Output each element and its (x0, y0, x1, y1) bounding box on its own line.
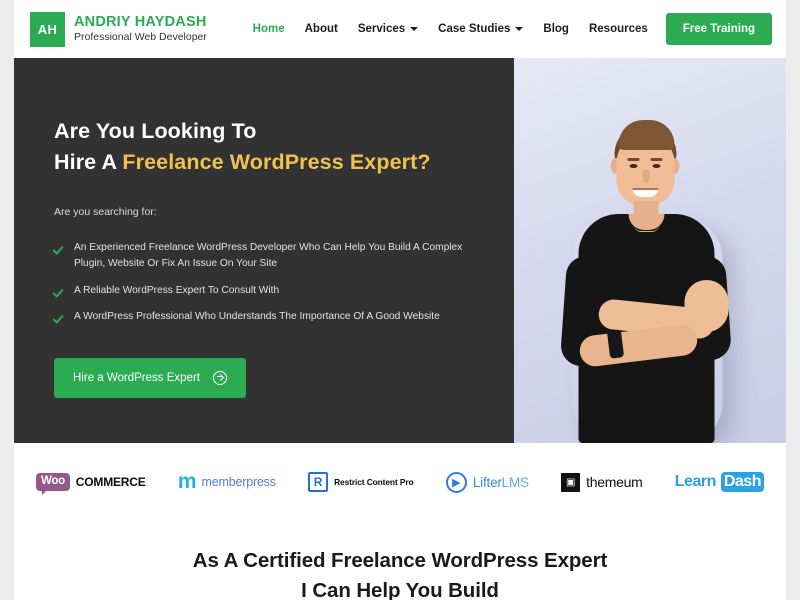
logo-badge: AH (30, 11, 65, 47)
page-gutter-right[interactable] (786, 0, 800, 600)
logo-text: ANDRIY HAYDASH Professional Web Develope… (74, 15, 207, 42)
logo-themeum: ▣ themeum (561, 472, 643, 492)
hero-heading-line2-prefix: Hire A (54, 150, 123, 175)
services-intro-section: As A Certified Freelance WordPress Exper… (14, 521, 786, 600)
hero-copy: Are You Looking To Hire A Freelance Word… (14, 58, 514, 443)
services-intro-heading-line2: I Can Help You Build (301, 578, 499, 600)
logo-lifterlms: ▶ LifterLMS (445, 471, 529, 493)
free-training-button[interactable]: Free Training (665, 13, 772, 45)
lifterlms-word-b: LMS (501, 474, 529, 490)
person-eye-right (652, 164, 661, 168)
person-brow-right (650, 158, 663, 161)
check-icon (54, 310, 65, 324)
memberpress-mark-icon: m (177, 469, 197, 493)
check-icon (54, 241, 65, 255)
hero-heading: Are You Looking To Hire A Freelance Word… (54, 116, 484, 179)
list-item: A WordPress Professional Who Understands… (54, 309, 484, 326)
logo-tagline: Professional Web Developer (74, 30, 207, 43)
memberpress-word: memberpress (201, 474, 276, 489)
logo-restrict-content-pro: R Restrict Content Pro (308, 472, 414, 492)
logo-woocommerce: Woo COMMERCE (36, 473, 146, 495)
logo-learndash: Learn Dash (675, 472, 764, 492)
list-item: A Reliable WordPress Expert To Consult W… (54, 283, 484, 300)
hero-subheading: Are you searching for: (54, 205, 157, 218)
themeum-mark-icon: ▣ (561, 472, 581, 492)
site-logo[interactable]: AH ANDRIY HAYDASH Professional Web Devel… (30, 11, 207, 47)
chevron-down-icon (515, 27, 524, 31)
nav-item-case-studies[interactable]: Case Studies (428, 17, 533, 41)
list-item-label: A Reliable WordPress Expert To Consult W… (74, 284, 280, 296)
restrict-content-pro-word: Restrict Content Pro (334, 477, 414, 487)
site-header: AH ANDRIY HAYDASH Professional Web Devel… (14, 0, 786, 58)
services-intro-heading: As A Certified Freelance WordPress Exper… (14, 546, 786, 600)
nav-item-services[interactable]: Services (348, 17, 428, 41)
nav-item-about-label: About (304, 23, 338, 35)
page-content: AH ANDRIY HAYDASH Professional Web Devel… (14, 0, 786, 600)
list-item-label: A WordPress Professional Who Understands… (74, 311, 440, 323)
chevron-down-icon (410, 27, 419, 31)
main-navigation: Home About Services Case Studies Blog Re… (243, 13, 786, 45)
hero-person-photo (533, 98, 768, 443)
nav-item-home[interactable]: Home (243, 17, 295, 41)
hero-heading-line1: Are You Looking To (54, 119, 257, 143)
hero-image (514, 58, 786, 443)
arrow-right-circle-icon (212, 370, 227, 385)
hire-wordpress-expert-label: Hire a WordPress Expert (73, 371, 200, 384)
lifterlms-word-a: Lifter (472, 474, 502, 490)
nav-item-services-label: Services (357, 23, 406, 35)
person-nose (642, 170, 650, 183)
learndash-word-a: Learn (674, 473, 717, 490)
restrict-content-pro-mark-icon: R (308, 472, 329, 492)
hero-bullet-list: An Experienced Freelance WordPress Devel… (54, 240, 484, 326)
nav-item-case-studies-label: Case Studies (438, 23, 511, 35)
person-hair-top (618, 120, 675, 150)
nav-item-blog-label: Blog (543, 23, 569, 35)
check-icon (54, 284, 65, 298)
woocommerce-word: COMMERCE (75, 475, 146, 489)
logo-name: ANDRIY HAYDASH (74, 14, 207, 31)
logo-memberpress: m memberpress (177, 469, 276, 493)
lifterlms-word: LifterLMS (473, 475, 529, 490)
themeum-word: themeum (586, 474, 643, 490)
list-item-label: An Experienced Freelance WordPress Devel… (74, 241, 463, 270)
nav-item-resources[interactable]: Resources (579, 17, 658, 41)
nav-item-resources-label: Resources (588, 23, 648, 35)
client-logo-strip: Woo COMMERCE m memberpress R Restrict Co… (14, 443, 786, 521)
list-item: An Experienced Freelance WordPress Devel… (54, 240, 484, 273)
page-gutter-left (0, 0, 14, 600)
hire-wordpress-expert-button[interactable]: Hire a WordPress Expert (54, 357, 246, 398)
person-necklace (633, 224, 660, 232)
hero-section: Are You Looking To Hire A Freelance Word… (14, 58, 786, 443)
services-intro-heading-line1: As A Certified Freelance WordPress Exper… (192, 549, 608, 572)
learndash-word-b: Dash (720, 472, 764, 492)
hero-heading-accent: Freelance WordPress Expert? (122, 150, 431, 175)
nav-item-blog[interactable]: Blog (533, 17, 579, 41)
lifterlms-rocket-icon: ▶ (445, 471, 467, 493)
hero-heading-line2: Hire A Freelance WordPress Expert? (54, 147, 484, 178)
nav-item-about[interactable]: About (295, 17, 348, 41)
nav-item-home-label: Home (252, 23, 285, 35)
person-eye-left (629, 164, 638, 168)
woocommerce-badge: Woo (36, 473, 70, 495)
person-brow-left (627, 158, 640, 161)
